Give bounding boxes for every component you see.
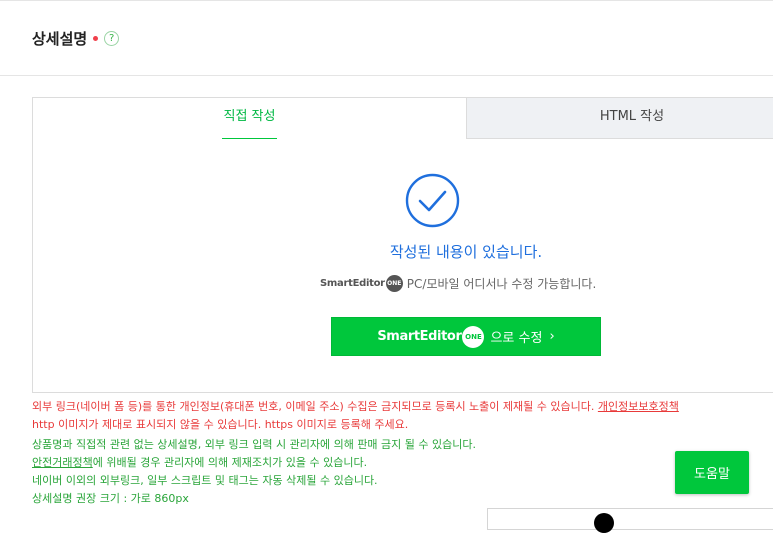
tab-html-write[interactable]: HTML 작성 bbox=[466, 98, 773, 139]
smarteditor-button-badge: ONE bbox=[462, 325, 485, 348]
smarteditor-logo: SmartEditor bbox=[320, 278, 385, 289]
privacy-policy-link[interactable]: 개인정보보호정책 bbox=[598, 400, 679, 413]
page-title: 상세설명 bbox=[32, 30, 88, 48]
top-border bbox=[0, 0, 773, 1]
help-button[interactable]: 도움말 bbox=[675, 451, 749, 494]
smarteditor-one-badge: ONE bbox=[385, 275, 403, 292]
active-tab-indicator bbox=[222, 138, 277, 139]
edit-with-smarteditor-button[interactable]: SmartEditor ONE 으로 수정 › bbox=[331, 317, 601, 356]
notice-unrelated-content: 상품명과 직접적 관련 없는 상세설명, 외부 링크 입력 시 관리자에 의해 … bbox=[32, 438, 476, 451]
notice-external-links: 네이버 이외의 외부링크, 일부 스크립트 및 태그는 자동 삭제될 수 있습니… bbox=[32, 474, 378, 487]
smarteditor-button-logo: SmartEditor bbox=[377, 329, 462, 344]
required-dot bbox=[93, 36, 99, 41]
chevron-right-icon: › bbox=[549, 329, 555, 344]
tab-direct-write[interactable]: 직접 작성 bbox=[33, 98, 466, 138]
status-message: 작성된 내용이 있습니다. bbox=[389, 243, 543, 261]
tab-direct-write-label: 직접 작성 bbox=[223, 109, 276, 124]
notice-https: http 이미지가 제대로 표시되지 않을 수 있습니다. https 이미지로… bbox=[32, 418, 409, 431]
notice-recommended-size: 상세설명 권장 크기 : 가로 860px bbox=[32, 492, 189, 505]
notice-safe-trade-text: 에 위배될 경우 관리자에 의해 제재조치가 있을 수 있습니다. bbox=[92, 456, 368, 469]
edit-button-label: 으로 수정 bbox=[490, 331, 543, 346]
availability-text: PC/모바일 어디서나 수정 가능합니다. bbox=[406, 277, 597, 291]
help-icon[interactable]: ? bbox=[104, 31, 120, 46]
partial-avatar bbox=[594, 513, 614, 533]
header-divider bbox=[0, 75, 773, 76]
notice-privacy-text: 외부 링크(네이버 폼 등)를 통한 개인정보(휴대폰 번호, 이메일 주소) … bbox=[32, 400, 598, 413]
availability-row: SmartEditor ONE PC/모바일 어디서나 수정 가능합니다. bbox=[320, 275, 596, 292]
tab-html-write-label: HTML 작성 bbox=[599, 109, 665, 124]
notice-safe-trade: 안전거래정책에 위배될 경우 관리자에 의해 제재조치가 있을 수 있습니다. bbox=[32, 454, 367, 470]
partial-panel bbox=[487, 508, 773, 533]
section-header: 상세설명 ? bbox=[32, 28, 120, 49]
check-circle-icon bbox=[405, 173, 460, 228]
safe-trade-policy-link[interactable]: 안전거래정책 bbox=[32, 456, 93, 469]
notice-privacy: 외부 링크(네이버 폼 등)를 통한 개인정보(휴대폰 번호, 이메일 주소) … bbox=[32, 398, 679, 414]
